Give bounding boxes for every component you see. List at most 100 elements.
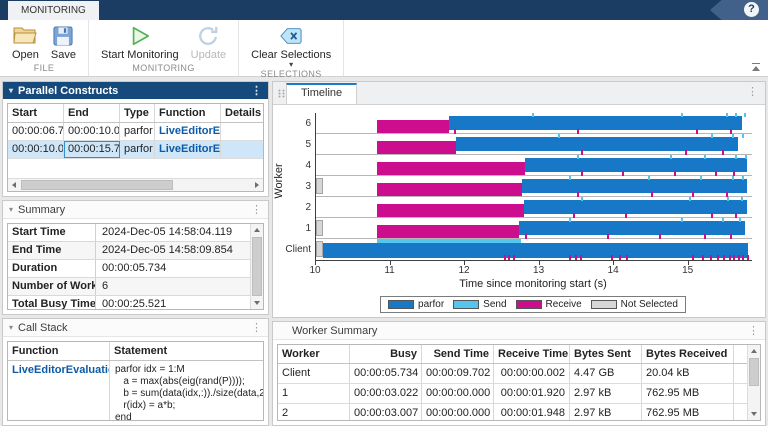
function-link[interactable]: LiveEditorEvaluationHelp... [12,364,110,376]
help-button[interactable]: ? [744,2,759,17]
scroll-left-button[interactable] [8,179,20,191]
worker-summary-row[interactable]: 100:00:03.02200:00:00.00000:00:01.9202.9… [278,384,747,404]
legend-item[interactable]: Receive [516,299,582,310]
receive-event-tick[interactable] [692,255,694,260]
send-event-tick[interactable] [581,197,583,201]
collapse-panel-caret-icon[interactable]: ▾ [9,86,13,95]
receive-event-tick[interactable] [504,255,506,260]
column-header[interactable]: Start [8,104,64,122]
column-header[interactable]: Type [120,104,155,122]
table-cell[interactable]: 00:00:00.002 [494,364,570,383]
function-link[interactable]: LiveEditorEv... [159,143,221,155]
timeline-segment-send_band[interactable] [377,239,521,243]
send-event-tick[interactable] [532,113,534,117]
send-event-tick[interactable] [722,218,724,222]
send-event-tick[interactable] [569,218,571,222]
panel-menu-kebab-icon[interactable]: ⋮ [748,326,759,336]
table-cell[interactable]: 1 [278,384,350,403]
vertical-scrollbar[interactable] [747,345,760,420]
tab-timeline[interactable]: Timeline [286,83,357,104]
column-header[interactable]: Worker [278,345,350,363]
send-event-tick[interactable] [741,197,743,201]
send-event-tick[interactable] [735,113,737,117]
receive-event-tick[interactable] [747,255,749,260]
scroll-down-button[interactable] [251,297,263,309]
panel-menu-kebab-icon[interactable]: ⋮ [747,87,758,97]
table-cell[interactable]: 00:00:03.007 [350,404,422,420]
timeline-segment-not_selected[interactable] [316,241,323,257]
summary-row[interactable]: Number of Workers6 [8,278,250,296]
table-cell[interactable]: LiveEditorEv... [155,123,221,140]
timeline-segment-parfor[interactable] [525,158,747,172]
receive-event-tick[interactable] [508,255,510,260]
send-event-tick[interactable] [648,176,650,180]
timeline-segment-parfor[interactable] [323,243,748,258]
table-cell[interactable]: 00:00:01.948 [494,404,570,420]
receive-event-tick[interactable] [619,255,621,260]
send-event-tick[interactable] [681,113,683,117]
panel-menu-kebab-icon[interactable]: ⋮ [251,205,262,215]
table-cell[interactable]: 4.47 GB [570,364,642,383]
receive-event-tick[interactable] [733,255,735,260]
send-event-tick[interactable] [735,155,737,159]
table-cell[interactable]: Client [278,364,350,383]
receive-event-tick[interactable] [738,255,740,260]
statement-cell[interactable]: parfor idx = 1:M a = max(abs(eig(rand(P)… [110,361,263,421]
timeline-segment-receive[interactable] [377,120,449,133]
send-event-tick[interactable] [745,155,747,159]
table-cell[interactable] [221,141,263,158]
table-cell[interactable]: 762.95 MB [642,384,734,403]
scrollbar-thumb[interactable] [21,180,173,190]
column-header[interactable]: End [64,104,120,122]
table-cell[interactable]: 20.04 kB [642,364,734,383]
send-event-tick[interactable] [732,134,734,138]
table-cell[interactable]: 00:00:00.000 [422,404,494,420]
call-stack-row[interactable]: LiveEditorEvaluationHelp...parfor idx = … [8,361,263,421]
scroll-down-button[interactable] [748,408,760,420]
send-event-tick[interactable] [742,176,744,180]
send-event-tick[interactable] [704,155,706,159]
receive-event-tick[interactable] [580,255,582,260]
column-header[interactable]: Busy [350,345,422,363]
collapse-panel-caret-icon[interactable]: ▾ [9,205,13,214]
receive-event-tick[interactable] [575,255,577,260]
legend-item[interactable]: Send [453,299,506,310]
update-button[interactable]: Update [185,22,232,63]
timeline-segment-parfor[interactable] [456,137,738,151]
send-event-tick[interactable] [689,197,691,201]
column-header[interactable]: Details [221,104,263,122]
receive-event-tick[interactable] [626,255,628,260]
summary-row[interactable]: Start Time2024-Dec-05 14:58:04.119 [8,224,250,242]
send-event-tick[interactable] [681,218,683,222]
send-event-tick[interactable] [711,134,713,138]
send-event-tick[interactable] [558,134,560,138]
receive-event-tick[interactable] [569,255,571,260]
send-event-tick[interactable] [742,134,744,138]
summary-row[interactable]: Total Busy Time00:00:25.521 [8,296,250,309]
scroll-up-button[interactable] [251,224,263,236]
clear-selections-button[interactable]: Clear Selections ▾ [245,22,337,69]
function-link[interactable]: LiveEditorEv... [159,125,221,137]
summary-row[interactable]: End Time2024-Dec-05 14:58:09.854 [8,242,250,260]
column-header[interactable]: Function [8,342,110,360]
table-cell[interactable]: 00:00:15.786 [64,141,120,158]
table-cell[interactable]: 2.97 kB [570,404,642,420]
scroll-right-button[interactable] [251,179,263,191]
receive-event-tick[interactable] [702,255,704,260]
collapse-ribbon-button[interactable] [750,63,762,73]
table-cell[interactable]: 00:00:05.734 [350,364,422,383]
column-header[interactable]: Statement [110,342,263,360]
send-event-tick[interactable] [670,155,672,159]
table-cell[interactable]: parfor [120,141,155,158]
table-cell[interactable]: 00:00:01.920 [494,384,570,403]
panel-drag-handle-icon[interactable] [278,89,285,98]
send-event-tick[interactable] [744,113,746,117]
receive-event-tick[interactable] [513,255,515,260]
vertical-scrollbar[interactable] [250,224,263,309]
table-cell[interactable]: 2 [278,404,350,420]
receive-event-tick[interactable] [717,255,719,260]
timeline-segment-parfor[interactable] [449,116,743,130]
horizontal-scrollbar[interactable] [8,178,263,191]
start-monitoring-button[interactable]: Start Monitoring [95,22,185,63]
timeline-segment-parfor[interactable] [522,179,746,193]
